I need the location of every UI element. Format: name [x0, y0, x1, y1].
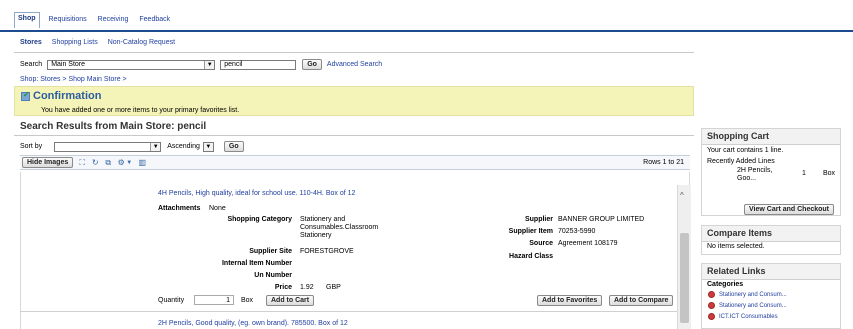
confirmation-banner: Confirmation You have added one or more …: [14, 86, 694, 116]
sort-go-button[interactable]: Go: [223, 141, 244, 152]
sort-label: Sort by: [20, 143, 43, 150]
advanced-search-link[interactable]: Advanced Search: [327, 61, 382, 68]
scrollbar[interactable]: ^: [677, 185, 691, 329]
results-toolbar: Hide Images ⛶ ↻ ⧉ ⚙ ▼ ▥ Rows 1 to 21: [20, 155, 690, 170]
divider: [14, 135, 694, 136]
add-to-cart-button[interactable]: Add to Cart: [266, 295, 315, 306]
sort-row: Sort by ▼ Ascending ▼ Go: [20, 141, 244, 152]
cart-summary: Your cart contains 1 line.: [707, 147, 784, 154]
top-tab-bar: Shop Requisitions Receiving Feedback: [0, 0, 853, 32]
category-bullet-icon: [708, 291, 715, 298]
category-link-label: Stationery and Consum...: [719, 302, 787, 309]
store-select-value: Main Store: [51, 61, 86, 68]
search-go-button[interactable]: Go: [302, 59, 322, 70]
compare-items-title: Compare Items: [702, 226, 840, 242]
tab-feedback[interactable]: Feedback: [137, 14, 172, 28]
quantity-label: Quantity: [158, 297, 185, 304]
categories-label: Categories: [707, 281, 744, 288]
attachments-value: None: [209, 205, 226, 212]
shopping-cart-title: Shopping Cart: [702, 129, 840, 145]
recent-lines-label: Recently Added Lines: [707, 158, 775, 165]
tab-shop[interactable]: Shop: [14, 12, 40, 28]
related-links-title: Related Links: [702, 264, 840, 280]
confirmation-heading: Confirmation: [21, 90, 101, 102]
chevron-down-icon: ▼: [150, 142, 161, 151]
price-currency: GBP: [326, 284, 341, 291]
chevron-down-icon: ▼: [204, 60, 215, 69]
supplier-item-value: 70253-5990: [558, 228, 596, 235]
tab-list: Shop Requisitions Receiving Feedback: [14, 12, 172, 28]
shopping-cart-panel: Shopping Cart Your cart contains 1 line.…: [701, 128, 841, 216]
recent-line-qty: 1: [802, 170, 806, 177]
store-select[interactable]: Main Store ▼: [47, 59, 216, 70]
quantity-input[interactable]: 1: [194, 295, 234, 305]
chevron-down-icon: ▼: [203, 142, 213, 151]
view-cart-checkout-button[interactable]: View Cart and Checkout: [744, 204, 835, 215]
sort-direction-label: Ascending: [167, 143, 200, 150]
scroll-up-icon[interactable]: ^: [680, 191, 684, 200]
related-links-panel: Related Links Categories Stationery and …: [701, 263, 841, 329]
gear-icon[interactable]: ⚙: [117, 158, 125, 167]
search-input[interactable]: pencil: [220, 59, 297, 70]
results-title: Search Results from Main Store: pencil: [20, 121, 207, 132]
add-to-favorites-button[interactable]: Add to Favorites: [537, 295, 603, 306]
supplier-item-label: Supplier Item: [508, 228, 553, 235]
category-bullet-icon: [708, 302, 715, 309]
category-link[interactable]: Stationery and Consum...: [702, 289, 840, 300]
supplier-site-value: FORESTGROVE: [300, 248, 354, 255]
category-bullet-icon: [708, 313, 715, 320]
detach-icon[interactable]: ⛶: [78, 158, 86, 167]
supplier-value: BANNER GROUP LIMITED: [558, 216, 645, 223]
shopping-category-value: Stationery and Consumables.Classroom Sta…: [300, 216, 379, 239]
export-icon[interactable]: ⧉: [104, 158, 112, 167]
supplier-label: Supplier: [524, 216, 553, 223]
hide-images-button[interactable]: Hide Images: [22, 157, 74, 168]
hazard-class-label: Hazard Class: [509, 253, 553, 260]
search-label: Search: [20, 61, 43, 68]
sub-navigation: Stores Shopping Lists Non-Catalog Reques…: [20, 39, 175, 46]
uom-label: Box: [241, 297, 254, 304]
confirmation-icon: [21, 90, 30, 101]
sort-direction-select[interactable]: ▼: [202, 141, 214, 152]
confirmation-title: Confirmation: [33, 90, 102, 102]
breadcrumb[interactable]: Shop: Stores > Shop Main Store >: [20, 76, 127, 83]
source-label: Source: [529, 240, 553, 247]
internal-item-label: Internal Item Number: [221, 260, 292, 267]
divider: [14, 52, 694, 53]
rows-count: Rows 1 to 21: [643, 159, 684, 166]
recent-line-name: 2H Pencils, Goo...: [737, 167, 773, 182]
search-row: Search Main Store ▼ pencil Go Advanced S…: [20, 59, 382, 70]
columns-icon[interactable]: ▥: [138, 158, 146, 167]
category-link-label: ICT.ICT Consumables: [719, 313, 778, 320]
scroll-thumb[interactable]: [680, 233, 689, 323]
price-label: Price: [274, 284, 292, 291]
price-value: 1.92: [300, 284, 314, 291]
item-title-link[interactable]: 4H Pencils, High quality, ideal for scho…: [158, 190, 355, 197]
chevron-down-icon[interactable]: ▼: [125, 159, 133, 167]
tab-requisitions[interactable]: Requisitions: [47, 14, 89, 28]
item-divider: [20, 311, 677, 312]
subnav-shopping-lists[interactable]: Shopping Lists: [52, 39, 98, 46]
supplier-site-label: Supplier Site: [249, 248, 292, 255]
refresh-icon[interactable]: ↻: [91, 158, 99, 167]
compare-items-text: No items selected.: [707, 243, 765, 250]
shopping-category-label: Shopping Category: [227, 216, 292, 223]
subnav-non-catalog-request[interactable]: Non-Catalog Request: [108, 39, 175, 46]
category-link[interactable]: Stationery and Consum...: [702, 300, 840, 311]
un-number-label: Un Number: [254, 272, 292, 279]
add-to-compare-button[interactable]: Add to Compare: [609, 295, 674, 306]
subnav-stores[interactable]: Stores: [20, 39, 42, 46]
tab-receiving[interactable]: Receiving: [96, 14, 131, 28]
sort-field-select[interactable]: ▼: [54, 141, 162, 152]
category-link-label: Stationery and Consum...: [719, 291, 787, 298]
confirmation-message: You have added one or more items to your…: [41, 107, 240, 114]
recent-line-uom: Box: [823, 170, 836, 177]
category-link[interactable]: ICT.ICT Consumables: [702, 311, 840, 322]
recent-line: 2H Pencils, Goo... 1 Box: [702, 166, 840, 190]
item-title-link[interactable]: 2H Pencils, Good quality, (eg. own brand…: [158, 320, 348, 327]
source-value: Agreement 108179: [558, 240, 618, 247]
compare-items-panel: Compare Items No items selected.: [701, 225, 841, 255]
